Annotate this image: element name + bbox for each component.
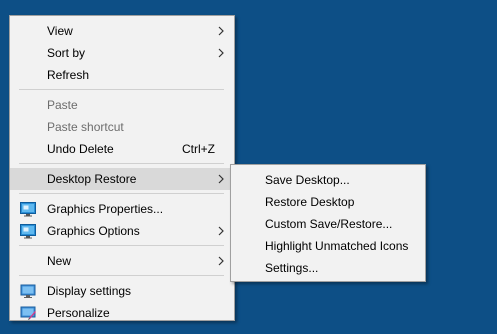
chevron-right-icon	[217, 20, 225, 42]
submenu-item-save-desktop-label: Save Desktop...	[265, 173, 350, 187]
chevron-right-icon	[217, 220, 225, 242]
menu-item-new[interactable]: New	[10, 250, 234, 272]
menu-item-personalize[interactable]: Personalize	[10, 302, 234, 324]
menu-item-paste-label: Paste	[47, 98, 78, 112]
submenu-item-settings[interactable]: Settings...	[231, 257, 425, 279]
desktop-context-menu: View Sort by Refresh Paste Paste shortcu…	[9, 15, 235, 321]
personalize-icon	[20, 305, 36, 321]
menu-item-sort-by[interactable]: Sort by	[10, 42, 234, 64]
submenu-item-save-desktop[interactable]: Save Desktop...	[231, 169, 425, 191]
submenu-item-custom-save-restore[interactable]: Custom Save/Restore...	[231, 213, 425, 235]
menu-item-paste-shortcut-label: Paste shortcut	[47, 120, 124, 134]
menu-separator	[19, 163, 224, 164]
menu-item-refresh-label: Refresh	[47, 68, 90, 82]
menu-item-new-label: New	[47, 254, 72, 268]
menu-item-view[interactable]: View	[10, 20, 234, 42]
menu-item-graphics-options-label: Graphics Options	[47, 224, 140, 238]
menu-item-sort-by-label: Sort by	[47, 46, 86, 60]
submenu-item-highlight-unmatched-icons[interactable]: Highlight Unmatched Icons	[231, 235, 425, 257]
menu-item-refresh[interactable]: Refresh	[10, 64, 234, 86]
menu-item-graphics-options[interactable]: Graphics Options	[10, 220, 234, 242]
menu-separator	[19, 193, 224, 194]
chevron-right-icon	[217, 250, 225, 272]
menu-item-desktop-restore-label: Desktop Restore	[47, 172, 137, 186]
desktop[interactable]: { "context_menu": { "view": "View", "sor…	[0, 0, 497, 334]
submenu-item-restore-desktop[interactable]: Restore Desktop	[231, 191, 425, 213]
intel-graphics-icon	[20, 201, 36, 217]
undo-delete-shortcut: Ctrl+Z	[182, 142, 215, 156]
chevron-right-icon	[217, 168, 225, 190]
menu-separator	[19, 245, 224, 246]
menu-item-display-settings[interactable]: Display settings	[10, 280, 234, 302]
menu-item-display-settings-label: Display settings	[47, 284, 132, 298]
menu-separator	[19, 275, 224, 276]
submenu-item-restore-desktop-label: Restore Desktop	[265, 195, 355, 209]
menu-item-desktop-restore[interactable]: Desktop Restore	[10, 168, 234, 190]
menu-item-paste: Paste	[10, 94, 234, 116]
menu-item-view-label: View	[47, 24, 73, 38]
menu-item-undo-delete-label: Undo Delete	[47, 142, 114, 156]
chevron-right-icon	[217, 42, 225, 64]
menu-item-paste-shortcut: Paste shortcut	[10, 116, 234, 138]
menu-item-undo-delete[interactable]: Undo Delete Ctrl+Z	[10, 138, 234, 160]
menu-item-graphics-properties[interactable]: Graphics Properties...	[10, 198, 234, 220]
menu-item-graphics-properties-label: Graphics Properties...	[47, 202, 164, 216]
menu-separator	[19, 89, 224, 90]
display-icon	[20, 283, 36, 299]
submenu-item-settings-label: Settings...	[265, 261, 319, 275]
submenu-item-custom-save-restore-label: Custom Save/Restore...	[265, 217, 393, 231]
intel-graphics-icon	[20, 223, 36, 239]
desktop-restore-submenu: Save Desktop... Restore Desktop Custom S…	[230, 164, 426, 282]
menu-item-personalize-label: Personalize	[47, 306, 110, 320]
submenu-item-highlight-unmatched-icons-label: Highlight Unmatched Icons	[265, 239, 409, 253]
